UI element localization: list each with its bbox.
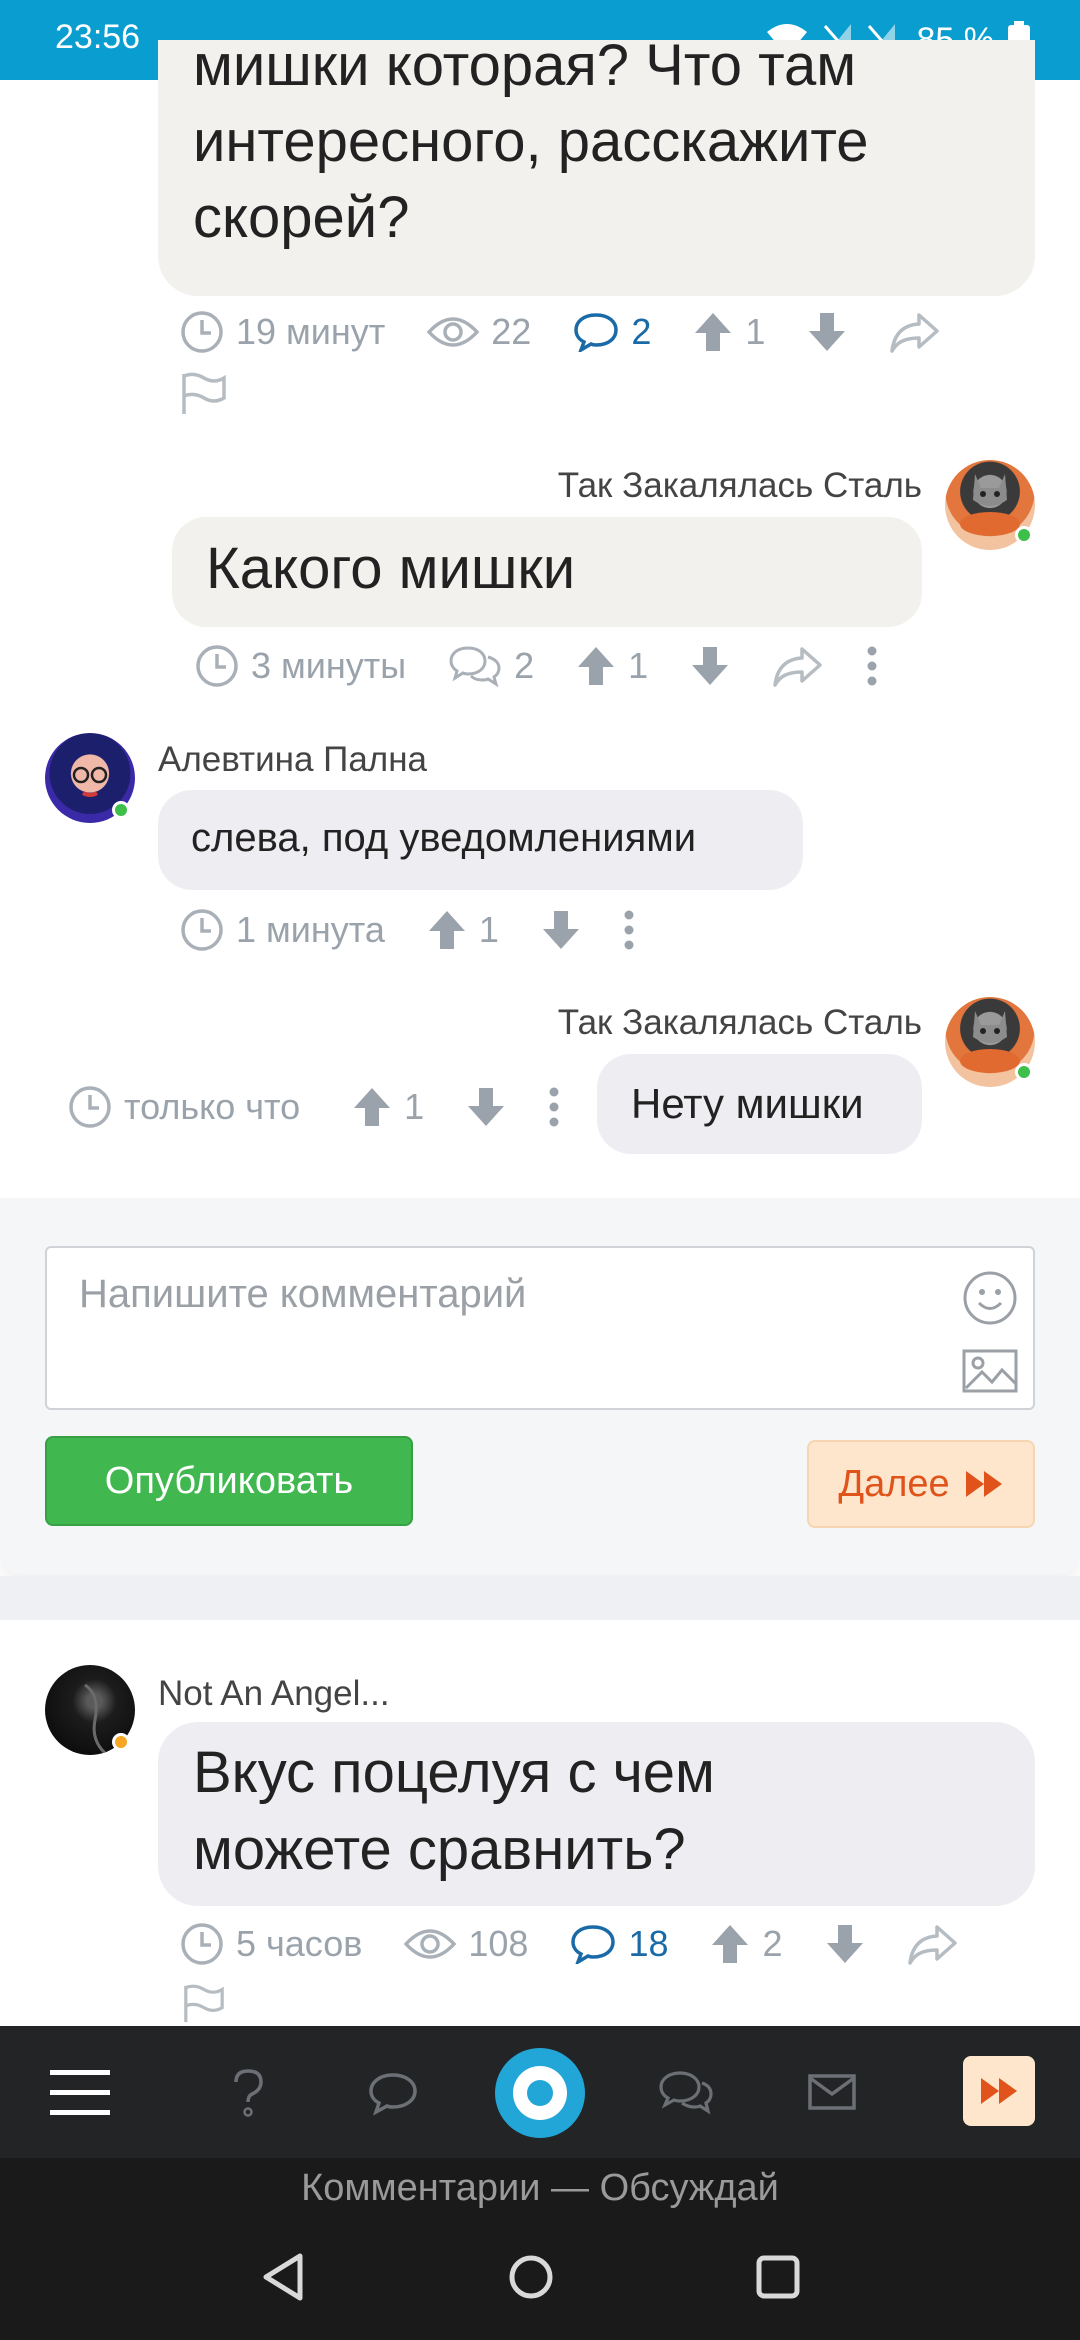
comment-likes: 1 [404, 1086, 425, 1127]
comment-time: 1 минута [236, 909, 385, 950]
comment-time: 3 минуты [251, 645, 407, 686]
share-icon[interactable] [907, 1923, 959, 1965]
post-bubble[interactable]: мишки которая? Что там интересного, расс… [158, 33, 1035, 296]
comments-icon [449, 646, 501, 687]
bottom-navigation [0, 2026, 1080, 2158]
comment-time: только что [124, 1086, 301, 1127]
arrow-up-icon[interactable] [576, 645, 616, 687]
fast-forward-icon [981, 2078, 1017, 2104]
comment-bubble[interactable]: слева, под уведомлениями [158, 790, 803, 890]
eye-icon [404, 1929, 457, 1959]
clock-icon [181, 909, 223, 951]
comment-text: слева, под уведомлениями [191, 816, 697, 860]
fast-forward-button[interactable] [963, 2056, 1035, 2126]
app-caption: Комментарии — Обсуждай [0, 2158, 1080, 2218]
post-time: 19 минут [236, 311, 386, 352]
post-meta: 5 часов 108 18 2 [180, 1922, 1001, 1966]
comment-bubble[interactable]: Нету мишки [597, 1054, 922, 1154]
clock-icon [181, 311, 223, 353]
comment-icon [574, 313, 619, 352]
comment-input[interactable]: Напишите комментарий [45, 1246, 1035, 1410]
comment-icon [571, 1925, 616, 1964]
post-text-line: Вкус поцелуя с чем [193, 1740, 715, 1805]
arrow-down-icon[interactable] [541, 909, 581, 951]
section-divider [0, 1576, 1080, 1620]
post-time: 5 часов [236, 1923, 363, 1964]
post-meta: 19 минут 22 2 1 [180, 310, 983, 354]
more-icon[interactable] [548, 1086, 560, 1128]
fast-forward-icon [965, 1471, 1002, 1497]
next-button[interactable]: Далее [807, 1440, 1035, 1528]
arrow-up-icon[interactable] [693, 311, 733, 353]
post-author[interactable]: Not An Angel... [158, 1674, 390, 1714]
smiley-icon[interactable] [962, 1270, 1018, 1326]
comment-likes: 1 [628, 645, 649, 686]
arrow-down-icon[interactable] [825, 1923, 865, 1965]
next-button-label: Далее [838, 1462, 950, 1505]
post-comment-count: 2 [631, 311, 652, 352]
discussions-icon[interactable] [658, 2070, 714, 2116]
arrow-down-icon[interactable] [690, 645, 730, 687]
publish-button[interactable]: Опубликовать [45, 1436, 413, 1526]
post-bubble[interactable]: Вкус поцелуя с чем можете сравнить? [158, 1722, 1035, 1906]
arrow-down-icon[interactable] [466, 1086, 506, 1128]
comment-text: Нету мишки [631, 1080, 864, 1127]
arrow-up-icon[interactable] [710, 1923, 750, 1965]
comment-author[interactable]: Так Закалялась Сталь [510, 1003, 922, 1043]
system-navigation [0, 2218, 1080, 2340]
comment-bubble[interactable]: Какого мишки [172, 517, 922, 627]
comment-text: Какого мишки [206, 536, 576, 601]
comment-input-placeholder: Напишите комментарий [79, 1272, 527, 1316]
flag-icon[interactable] [180, 1984, 228, 2024]
more-icon[interactable] [623, 909, 635, 951]
post-comment-count: 18 [628, 1923, 669, 1964]
chat-icon[interactable] [368, 2072, 418, 2116]
comment-author[interactable]: Алевтина Пална [158, 740, 427, 780]
comment-meta: 1 минута 1 [180, 908, 677, 952]
online-indicator [112, 1733, 130, 1751]
arrow-down-icon[interactable] [807, 311, 847, 353]
menu-icon[interactable] [50, 2068, 110, 2116]
arrow-up-icon[interactable] [352, 1086, 392, 1128]
comment-meta: только что 1 [68, 1085, 602, 1129]
mail-icon[interactable] [808, 2074, 856, 2110]
home-logo-icon[interactable] [495, 2048, 585, 2138]
online-indicator [112, 801, 130, 819]
post-likes: 2 [762, 1923, 783, 1964]
clock-icon [181, 1923, 223, 1965]
question-icon[interactable] [230, 2068, 266, 2118]
post-likes: 1 [745, 311, 766, 352]
clock-icon [196, 645, 238, 687]
comment-likes: 1 [478, 909, 499, 950]
replies-link[interactable]: 2 [448, 645, 534, 687]
online-indicator [1015, 1063, 1033, 1081]
image-icon[interactable] [962, 1348, 1018, 1394]
post-views: 108 [468, 1923, 529, 1964]
comment-meta: 3 минуты 2 1 [195, 644, 920, 688]
post-text-line: мишки которая? Что там [193, 33, 857, 98]
share-icon[interactable] [772, 645, 824, 687]
comment-composer: Напишите комментарий Опубликовать Далее [0, 1198, 1080, 1574]
back-icon[interactable] [260, 2252, 306, 2302]
comments-link[interactable]: 18 [570, 1923, 668, 1965]
share-icon[interactable] [889, 311, 941, 353]
comment-replies: 2 [514, 645, 535, 686]
post-views: 22 [491, 311, 532, 352]
arrow-up-icon[interactable] [427, 909, 467, 951]
recents-icon[interactable] [755, 2254, 801, 2300]
comment-author[interactable]: Так Закалялась Сталь [510, 466, 922, 506]
home-icon[interactable] [508, 2254, 554, 2300]
more-icon[interactable] [866, 645, 878, 687]
status-time: 23:56 [55, 18, 141, 56]
eye-icon [427, 317, 480, 347]
clock-icon [69, 1086, 111, 1128]
post-text-line: можете сравнить? [193, 1817, 686, 1882]
post-text-line: скорей? [193, 185, 410, 250]
post-text-line: интересного, расскажите [193, 109, 869, 174]
online-indicator [1015, 526, 1033, 544]
flag-icon[interactable] [180, 372, 228, 416]
comments-link[interactable]: 2 [573, 311, 651, 353]
